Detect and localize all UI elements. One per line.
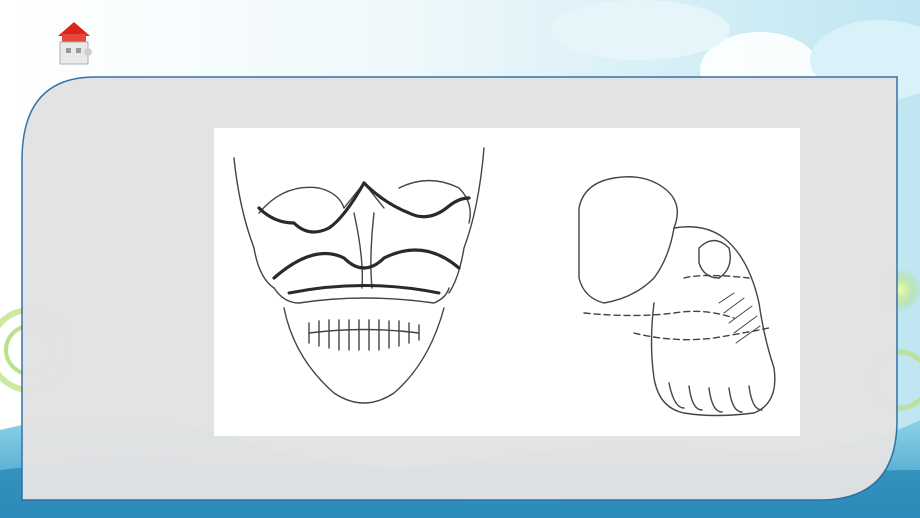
skull-lateral-view — [578, 176, 776, 417]
skull-fracture-lines-illustration — [233, 147, 776, 417]
skull-frontal-view — [233, 147, 485, 404]
skull-figure — [214, 128, 800, 436]
